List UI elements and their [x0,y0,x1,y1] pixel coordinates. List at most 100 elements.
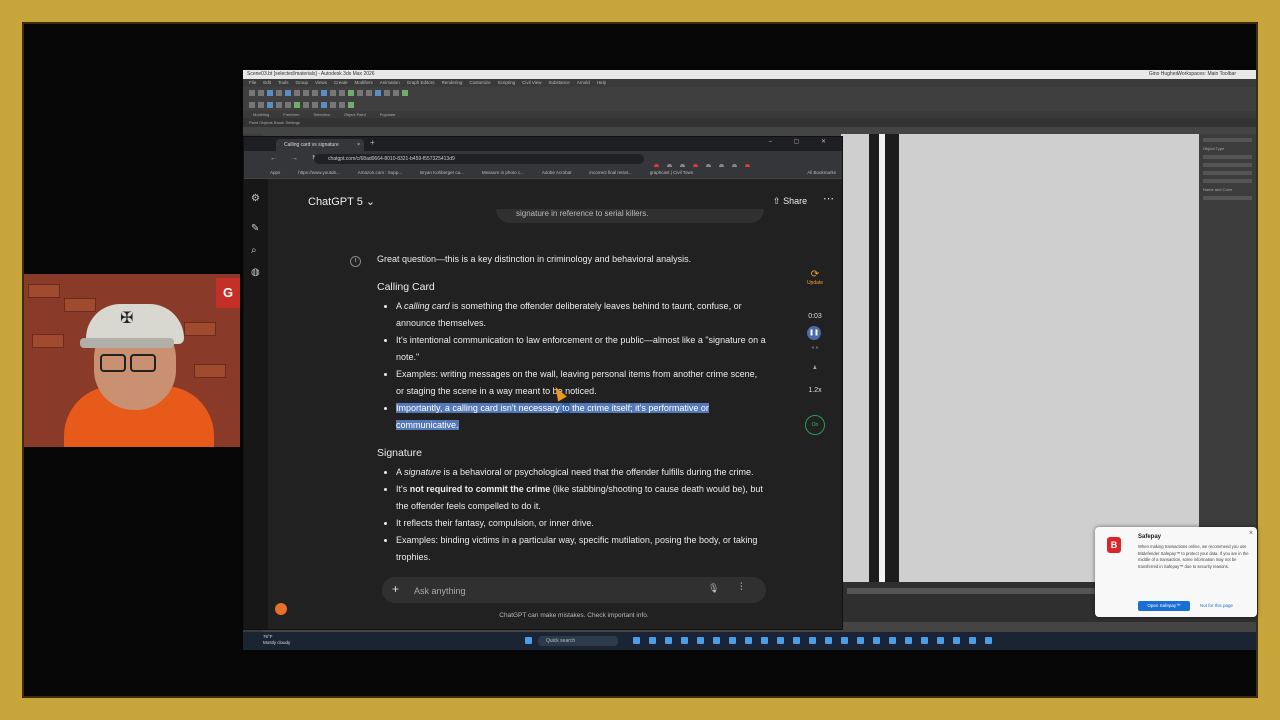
toolbar-icon[interactable] [249,102,255,108]
menu-rendering[interactable]: Rendering [442,80,463,85]
ribbon-tab-modeling[interactable]: Modeling [253,112,269,117]
new-tab-icon[interactable]: + [370,138,375,147]
mirror-icon[interactable] [330,90,336,96]
toolbar-icon[interactable] [312,102,318,108]
bookmark-item[interactable]: Measure in photo c... [482,170,524,175]
not-for-this-page-link[interactable]: Not for this page [1200,601,1233,611]
voice-avatar-icon[interactable]: ♟ [803,365,827,371]
taskbar-app-icon[interactable] [905,637,912,644]
menu-scripting[interactable]: Scripting [498,80,516,85]
align-icon[interactable] [339,90,345,96]
close-tab-icon[interactable]: × [357,139,360,151]
taskbar-app-icon[interactable] [921,637,928,644]
taskbar-app-icon[interactable] [777,637,784,644]
bookmark-item[interactable]: Adobe Acrobat [542,170,572,175]
taskbar-app-icon[interactable] [857,637,864,644]
bookmark-item[interactable]: incorrect final retrat... [589,170,631,175]
voice-mode-icon[interactable]: ⫶ [740,582,743,593]
arnold-icon[interactable] [402,90,408,96]
move-icon[interactable] [294,90,300,96]
bookmark-item[interactable]: https://www.youtub... [298,170,340,175]
taskbar-app-icon[interactable] [985,637,992,644]
taskbar-app-icon[interactable] [969,637,976,644]
ribbon-tab-freeform[interactable]: Freeform [283,112,299,117]
redo-icon[interactable] [258,90,264,96]
read-aloud-icon[interactable]: ǁ [350,256,361,267]
more-options-icon[interactable]: ⋯ [823,192,834,205]
taskbar-app-icon[interactable] [745,637,752,644]
toolbar-icon[interactable] [303,102,309,108]
search-icon[interactable]: ⌕ [251,245,257,256]
taskbar-app-icon[interactable] [793,637,800,644]
taskbar-app-icon[interactable] [953,637,960,644]
layer-icon[interactable] [348,90,354,96]
taskbar-app-icon[interactable] [825,637,832,644]
toolbar-icon[interactable] [294,102,300,108]
menu-views[interactable]: Views [315,80,327,85]
bookmark-item[interactable]: graphcast | Civil Town [650,170,694,175]
taskbar-app-icon[interactable] [809,637,816,644]
toolbar-icon[interactable] [267,102,273,108]
menu-customize[interactable]: Customize [469,80,490,85]
schematic-icon[interactable] [366,90,372,96]
taskbar-search[interactable]: Quick search [538,636,618,646]
snap-icon[interactable] [321,90,327,96]
window-controls[interactable]: – ▢ ✕ [769,138,836,145]
browser-tab[interactable]: Calling card vs signature × [276,139,364,151]
taskbar-app-icon[interactable] [697,637,704,644]
command-panel-button[interactable] [1203,155,1252,159]
toolbar-icon[interactable] [321,102,327,108]
undo-icon[interactable] [249,90,255,96]
taskbar-app-icon[interactable] [713,637,720,644]
ribbon-tab-object-paint[interactable]: Object Paint [344,112,366,117]
account-avatar-icon[interactable] [275,603,287,615]
model-selector[interactable]: ChatGPT 5 ⌄ [308,195,375,208]
update-button[interactable]: ⟳ Update [803,269,827,286]
all-bookmarks[interactable]: All Bookmarks [807,167,836,178]
microphone-icon[interactable]: 🎙 [708,583,719,594]
windows-start-icon[interactable] [525,637,532,644]
ribbon-tab-populate[interactable]: Populate [380,112,396,117]
menu-edit[interactable]: Edit [263,80,271,85]
menu-tools[interactable]: Tools [278,80,289,85]
3dsmax-workspace[interactable]: Workspaces: Main Toolbar [1177,70,1236,79]
library-icon[interactable]: ◍ [251,267,260,278]
command-panel-button[interactable] [1203,163,1252,167]
3dsmax-user[interactable]: Gino Hughes [1149,70,1178,79]
menu-help[interactable]: Help [597,80,606,85]
material-editor-icon[interactable] [375,90,381,96]
taskbar-app-icon[interactable] [649,637,656,644]
render-setup-icon[interactable] [384,90,390,96]
curve-editor-icon[interactable] [357,90,363,96]
select-icon[interactable] [285,90,291,96]
menu-file[interactable]: File [249,80,256,85]
bookmark-item[interactable]: Amazon.com : Supp... [358,170,402,175]
name-field[interactable] [1203,196,1252,200]
command-panel-button[interactable] [1203,171,1252,175]
menu-substance[interactable]: Substance [549,80,570,85]
toolbar-icon[interactable] [258,102,264,108]
taskbar-app-icon[interactable] [937,637,944,644]
toolbar-icon[interactable] [339,102,345,108]
bookmark-item[interactable]: Apps [270,170,280,175]
menu-animation[interactable]: Animation [380,80,400,85]
open-safepay-button[interactable]: Open Safepay™ [1138,601,1190,611]
toolbar-icon[interactable] [276,102,282,108]
skip-controls[interactable]: « » [803,345,827,351]
3dsmax-viewport[interactable] [841,134,1199,582]
render-icon[interactable] [393,90,399,96]
taskbar-app-icon[interactable] [633,637,640,644]
toolbar-icon[interactable] [330,102,336,108]
command-panel-button[interactable] [1203,179,1252,183]
new-chat-icon[interactable]: ✎ [251,223,259,234]
taskbar-app-icon[interactable] [841,637,848,644]
close-icon[interactable]: × [1249,530,1253,537]
taskbar-app-icon[interactable] [681,637,688,644]
menu-civil-view[interactable]: Civil View [522,80,541,85]
openai-logo-icon[interactable]: ⚙ [251,193,260,204]
scale-icon[interactable] [312,90,318,96]
ribbon-tab-selection[interactable]: Selection [313,112,329,117]
toolbar-icon[interactable] [285,102,291,108]
chat-input[interactable] [412,582,706,600]
auto-read-toggle[interactable]: On [805,415,825,435]
